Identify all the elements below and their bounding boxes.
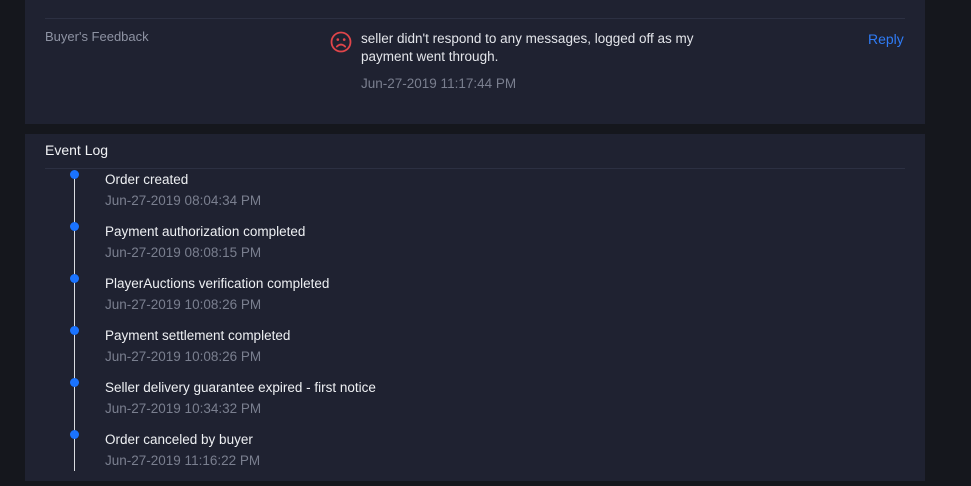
timeline-dot-icon <box>70 430 79 439</box>
event-item: PlayerAuctions verification completed Ju… <box>25 274 925 326</box>
reply-link[interactable]: Reply <box>868 31 904 47</box>
buyer-feedback-panel: Buyer's Feedback seller didn't respond t… <box>25 0 925 124</box>
timeline-dot-icon <box>70 274 79 283</box>
event-title: Payment settlement completed <box>105 328 291 343</box>
event-time: Jun-27-2019 10:08:26 PM <box>105 349 262 364</box>
feedback-timestamp: Jun-27-2019 11:17:44 PM <box>361 76 517 91</box>
feedback-text: seller didn't respond to any messages, l… <box>361 31 694 64</box>
event-item: Payment authorization completed Jun-27-2… <box>25 222 925 274</box>
event-title: Seller delivery guarantee expired - firs… <box>105 380 376 395</box>
feedback-label: Buyer's Feedback <box>45 29 149 44</box>
timeline-dot-icon <box>70 170 79 179</box>
event-time: Jun-27-2019 08:08:15 PM <box>105 245 262 260</box>
event-title: Payment authorization completed <box>105 224 306 239</box>
event-title: Order canceled by buyer <box>105 432 253 447</box>
timeline-dot-icon <box>70 222 79 231</box>
event-item: Seller delivery guarantee expired - firs… <box>25 378 925 430</box>
event-title: PlayerAuctions verification completed <box>105 276 330 291</box>
divider <box>45 18 905 19</box>
event-item: Order created Jun-27-2019 08:04:34 PM <box>25 170 925 222</box>
event-title: Order created <box>105 172 189 187</box>
event-time: Jun-27-2019 10:34:32 PM <box>105 401 262 416</box>
event-log-panel: Event Log Order created Jun-27-2019 08:0… <box>25 134 925 481</box>
timeline-dot-icon <box>70 326 79 335</box>
event-time: Jun-27-2019 11:16:22 PM <box>105 453 261 468</box>
timeline-dot-icon <box>70 378 79 387</box>
divider <box>45 168 905 169</box>
event-log-title: Event Log <box>45 142 109 158</box>
event-item: Order canceled by buyer Jun-27-2019 11:1… <box>25 430 925 482</box>
event-time: Jun-27-2019 10:08:26 PM <box>105 297 262 312</box>
sad-face-icon <box>330 31 352 53</box>
event-item: Payment settlement completed Jun-27-2019… <box>25 326 925 378</box>
event-time: Jun-27-2019 08:04:34 PM <box>105 193 262 208</box>
